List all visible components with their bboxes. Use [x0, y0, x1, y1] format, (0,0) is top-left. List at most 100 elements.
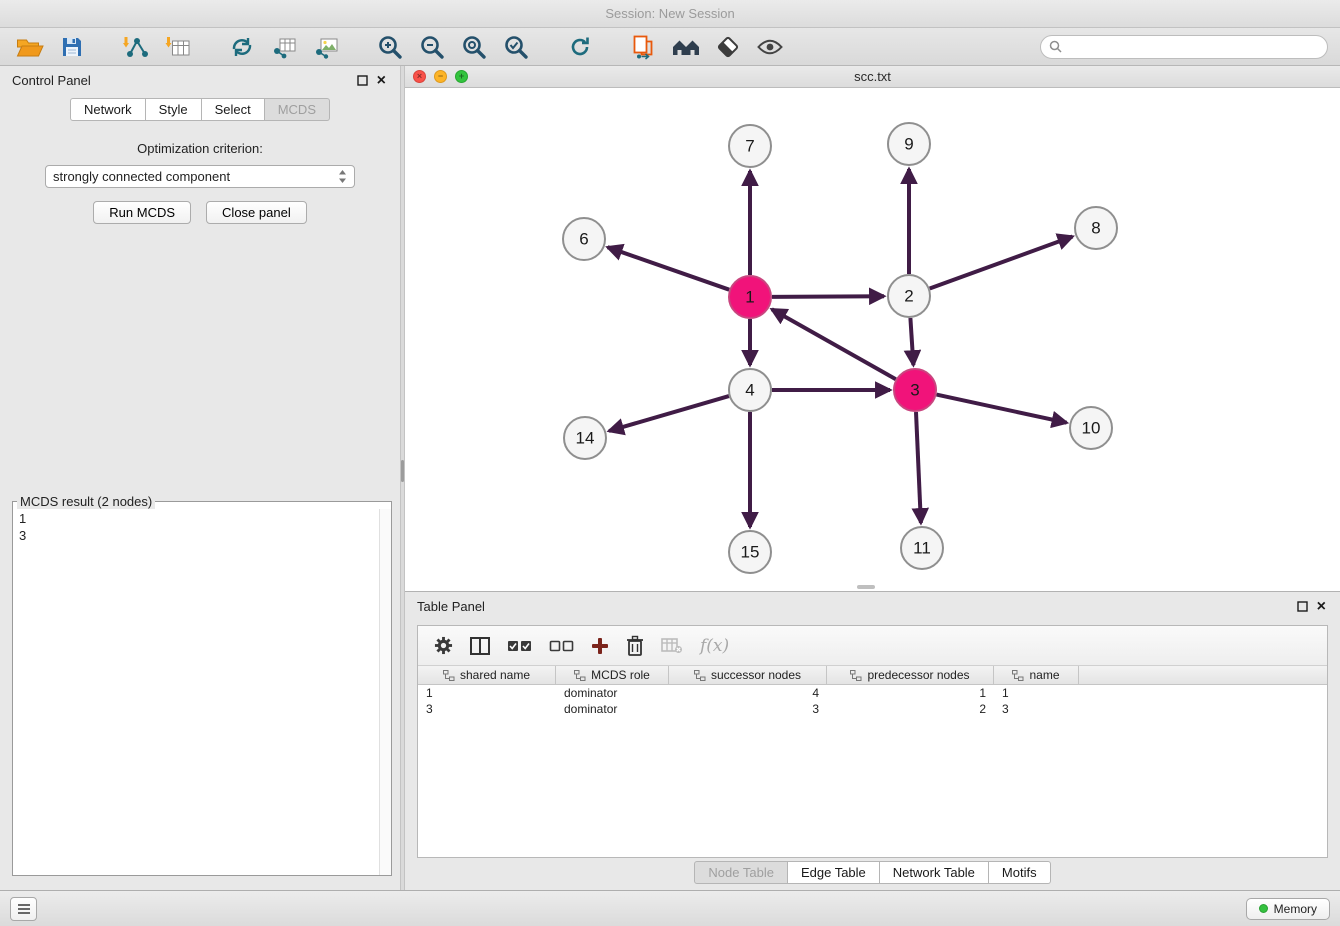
graph-edge-3-11[interactable]	[916, 412, 921, 523]
float-panel-icon[interactable]	[357, 75, 368, 86]
panel-toggle-button[interactable]	[10, 897, 37, 921]
table-cell[interactable]: dominator	[556, 686, 669, 700]
mcds-result-item[interactable]: 3	[19, 527, 385, 544]
column-header-name[interactable]: name	[994, 666, 1079, 684]
table-cell[interactable]: 1	[418, 686, 556, 700]
table-row[interactable]: 1dominator411	[418, 685, 1327, 701]
close-panel-button[interactable]: Close panel	[206, 201, 307, 224]
run-mcds-button[interactable]: Run MCDS	[93, 201, 191, 224]
maximize-window-button[interactable]: +	[455, 70, 468, 83]
graph-node-9[interactable]: 9	[888, 123, 930, 165]
graph-node-label: 7	[745, 137, 754, 156]
table-cell[interactable]: 4	[669, 686, 827, 700]
close-panel-icon[interactable]: ×	[377, 75, 386, 87]
tab-motifs[interactable]: Motifs	[989, 861, 1051, 884]
tab-node-table[interactable]: Node Table	[694, 861, 788, 884]
export-table-button[interactable]	[266, 32, 302, 62]
open-session-button[interactable]	[12, 32, 48, 62]
close-table-panel-icon[interactable]: ×	[1317, 601, 1326, 613]
style-button[interactable]	[710, 32, 746, 62]
search-input[interactable]	[1067, 39, 1319, 54]
zoom-in-icon	[377, 34, 403, 60]
tab-edge-table[interactable]: Edge Table	[788, 861, 880, 884]
search-field[interactable]	[1040, 35, 1328, 59]
graph-node-15[interactable]: 15	[729, 531, 771, 573]
import-network-button[interactable]	[118, 32, 154, 62]
graph-edge-1-6[interactable]	[608, 247, 730, 290]
graph-node-4[interactable]: 4	[729, 369, 771, 411]
tab-style[interactable]: Style	[146, 98, 202, 121]
graph-edge-4-14[interactable]	[609, 396, 729, 431]
table-header-row: shared nameMCDS rolesuccessor nodesprede…	[418, 666, 1327, 685]
minimize-window-button[interactable]: −	[434, 70, 447, 83]
zoom-selected-button[interactable]	[498, 32, 534, 62]
zoom-out-button[interactable]	[414, 32, 450, 62]
network-window-title: scc.txt	[405, 69, 1340, 84]
memory-label: Memory	[1274, 902, 1317, 916]
horizontal-scrollbar-thumb[interactable]	[857, 585, 875, 589]
zoom-in-button[interactable]	[372, 32, 408, 62]
close-window-button[interactable]: ×	[413, 70, 426, 83]
splitter-thumb[interactable]	[401, 460, 404, 482]
delete-table-button[interactable]	[661, 638, 683, 654]
graph-edge-3-10[interactable]	[937, 395, 1067, 423]
optimization-criterion-select[interactable]: strongly connected component	[45, 165, 355, 188]
mcds-result-list: 1 3	[13, 509, 391, 545]
zoom-fit-button[interactable]	[456, 32, 492, 62]
graph-node-10[interactable]: 10	[1070, 407, 1112, 449]
import-table-button[interactable]	[160, 32, 196, 62]
graph-edge-2-8[interactable]	[930, 237, 1073, 289]
save-session-button[interactable]	[54, 32, 90, 62]
memory-button[interactable]: Memory	[1246, 898, 1330, 920]
tab-select[interactable]: Select	[202, 98, 265, 121]
table-cell[interactable]: 2	[827, 702, 994, 716]
function-builder-button[interactable]: f(x)	[700, 636, 729, 656]
show-columns-button[interactable]	[470, 637, 490, 655]
home-button[interactable]	[668, 32, 704, 62]
show-hide-button[interactable]	[752, 32, 788, 62]
column-header-predecessor-nodes[interactable]: predecessor nodes	[827, 666, 994, 684]
graph-edge-3-1[interactable]	[772, 309, 896, 379]
table-cell[interactable]: 3	[669, 702, 827, 716]
network-graph[interactable]: 7 9 6 8 1 2 4 3 14 10 15 11	[405, 88, 1340, 591]
refresh-button[interactable]	[562, 32, 598, 62]
graph-node-8[interactable]: 8	[1075, 207, 1117, 249]
column-header-MCDS-role[interactable]: MCDS role	[556, 666, 669, 684]
tab-mcds[interactable]: MCDS	[265, 98, 330, 121]
graph-node-11[interactable]: 11	[901, 527, 943, 569]
graph-node-label: 8	[1091, 219, 1100, 238]
scrollbar-track[interactable]	[379, 509, 391, 875]
deselect-all-button[interactable]	[549, 639, 574, 653]
graph-node-14[interactable]: 14	[564, 417, 606, 459]
select-all-button[interactable]	[507, 639, 532, 653]
table-cell[interactable]: 1	[827, 686, 994, 700]
export-network-button[interactable]	[224, 32, 260, 62]
delete-column-button[interactable]	[626, 635, 644, 657]
graph-node-1[interactable]: 1	[729, 276, 771, 318]
table-cell[interactable]: 3	[418, 702, 556, 716]
tab-network[interactable]: Network	[70, 98, 146, 121]
import-network-icon	[123, 35, 149, 59]
table-row[interactable]: 3dominator323	[418, 701, 1327, 717]
search-icon	[1049, 40, 1062, 53]
add-column-button[interactable]	[591, 637, 609, 655]
table-cell[interactable]: 3	[994, 702, 1079, 716]
table-panel: Table Panel ×	[405, 592, 1340, 890]
graph-node-6[interactable]: 6	[563, 218, 605, 260]
graph-edge-2-3[interactable]	[910, 318, 913, 365]
graph-edge-1-2[interactable]	[772, 296, 884, 297]
float-table-panel-icon[interactable]	[1297, 601, 1308, 612]
clone-network-button[interactable]	[626, 32, 662, 62]
graph-node-2[interactable]: 2	[888, 275, 930, 317]
table-cell[interactable]: 1	[994, 686, 1079, 700]
table-cell[interactable]: dominator	[556, 702, 669, 716]
table-settings-button[interactable]	[434, 636, 453, 655]
tab-network-table[interactable]: Network Table	[880, 861, 989, 884]
window-title: Session: New Session	[605, 6, 734, 21]
graph-node-3[interactable]: 3	[894, 369, 936, 411]
column-header-shared-name[interactable]: shared name	[418, 666, 556, 684]
export-image-button[interactable]	[308, 32, 344, 62]
column-header-successor-nodes[interactable]: successor nodes	[669, 666, 827, 684]
mcds-result-item[interactable]: 1	[19, 510, 385, 527]
graph-node-7[interactable]: 7	[729, 125, 771, 167]
